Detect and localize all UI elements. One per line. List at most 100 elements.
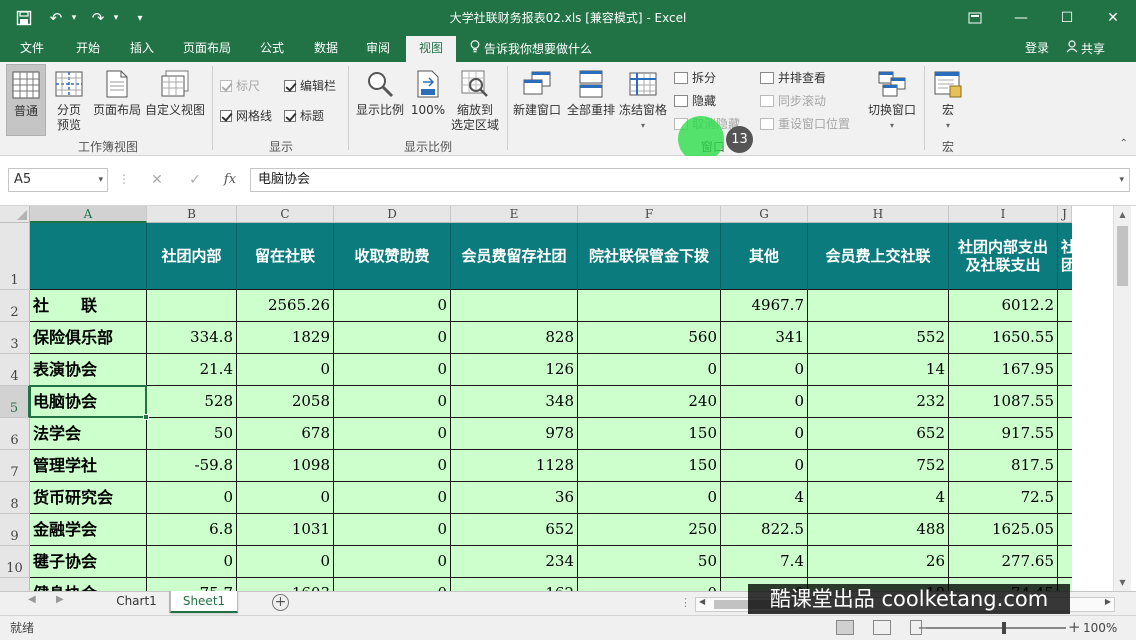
zoom-slider[interactable] xyxy=(926,627,1066,629)
custom-views-button[interactable]: 自定义视图 xyxy=(144,68,206,118)
undo-icon[interactable]: ↶ xyxy=(42,4,70,32)
normal-view-status-icon[interactable] xyxy=(836,620,854,635)
cell-a5[interactable]: 电脑协会 xyxy=(30,386,147,418)
new-window-button[interactable]: 新建窗口 xyxy=(510,68,564,118)
column-header-h[interactable]: H xyxy=(808,206,949,223)
close-icon[interactable]: ✕ xyxy=(1090,0,1136,36)
header-cell-d[interactable]: 收取赞助费 xyxy=(334,223,451,290)
cell-g10[interactable]: 7.4 xyxy=(721,546,808,578)
cell-b4[interactable]: 21.4 xyxy=(147,354,237,386)
row-header-5[interactable]: 5 xyxy=(0,386,30,418)
worksheet-grid[interactable]: A B C D E F G H I J 1 社团内部 留在社联 收取赞助费 会员费留存社团 院社联保管金下拨其… xyxy=(0,206,1136,591)
ruler-checkbox[interactable]: 标尺 xyxy=(220,77,260,94)
arrange-all-button[interactable]: 全部重排 xyxy=(564,68,618,118)
column-header-e[interactable]: E xyxy=(451,206,578,223)
cell-c8[interactable]: 0 xyxy=(237,482,334,514)
zoom-100-button[interactable]: 100% xyxy=(408,68,448,118)
cell-d7[interactable]: 0 xyxy=(334,450,451,482)
cell-a7[interactable]: 管理学社 xyxy=(30,450,147,482)
cell-e10[interactable]: 234 xyxy=(451,546,578,578)
cell-c11[interactable]: -1603 xyxy=(237,578,334,591)
cell-i3[interactable]: 1650.55 xyxy=(949,322,1058,354)
hide-button[interactable]: 隐藏 xyxy=(674,92,716,109)
cell-c2[interactable]: 2565.26 xyxy=(237,290,334,322)
tab-home[interactable]: 开始 xyxy=(66,36,110,62)
redo-icon[interactable]: ↷ xyxy=(84,4,112,32)
name-box-dropdown-icon[interactable]: ▾ xyxy=(98,169,103,191)
cell-i9[interactable]: 1625.05 xyxy=(949,514,1058,546)
page-layout-view-button[interactable]: 页面布局 xyxy=(90,68,144,118)
cell-d2[interactable]: 0 xyxy=(334,290,451,322)
cell-b5[interactable]: 528 xyxy=(147,386,237,418)
cell-i7[interactable]: 817.5 xyxy=(949,450,1058,482)
column-header-f[interactable]: F xyxy=(578,206,721,223)
cell-h9[interactable]: 488 xyxy=(808,514,949,546)
cell-g5[interactable]: 0 xyxy=(721,386,808,418)
cell-h10[interactable]: 26 xyxy=(808,546,949,578)
column-header-b[interactable]: B xyxy=(147,206,237,223)
cell-i10[interactable]: 277.65 xyxy=(949,546,1058,578)
cell-b8[interactable]: 0 xyxy=(147,482,237,514)
cell-d4[interactable]: 0 xyxy=(334,354,451,386)
switch-windows-button[interactable]: 切换窗口 ▾ xyxy=(864,68,920,133)
cell-f9[interactable]: 250 xyxy=(578,514,721,546)
share-button[interactable]: 共享 xyxy=(1066,36,1105,62)
customize-qat-icon[interactable]: ▾ xyxy=(126,4,154,32)
cell-j8[interactable] xyxy=(1058,482,1072,514)
split-button[interactable]: 拆分 xyxy=(674,69,716,86)
column-header-g[interactable]: G xyxy=(721,206,808,223)
cell-a4[interactable]: 表演协会 xyxy=(30,354,147,386)
page-layout-status-icon[interactable] xyxy=(873,620,891,635)
header-cell-c[interactable]: 留在社联 xyxy=(237,223,334,290)
enter-icon[interactable]: ✓ xyxy=(184,168,206,192)
tab-page-layout[interactable]: 页面布局 xyxy=(176,36,238,62)
cell-g8[interactable]: 4 xyxy=(721,482,808,514)
cell-i4[interactable]: 167.95 xyxy=(949,354,1058,386)
cell-a2[interactable]: 社 联 xyxy=(30,290,147,322)
tab-data[interactable]: 数据 xyxy=(304,36,348,62)
prev-sheet-icon[interactable]: ◀ xyxy=(28,594,36,605)
cell-g3[interactable]: 341 xyxy=(721,322,808,354)
cell-i5[interactable]: 1087.55 xyxy=(949,386,1058,418)
cell-d3[interactable]: 0 xyxy=(334,322,451,354)
vertical-scrollbar[interactable]: ▲ ▼ xyxy=(1113,206,1131,591)
zoom-slider-knob[interactable] xyxy=(1002,622,1006,634)
redo-dropdown-icon[interactable]: ▾ xyxy=(110,4,122,32)
collapse-ribbon-icon[interactable]: ⌃ xyxy=(1120,138,1128,149)
scroll-down-icon[interactable]: ▼ xyxy=(1114,574,1131,591)
cell-h4[interactable]: 14 xyxy=(808,354,949,386)
column-header-a[interactable]: A xyxy=(30,206,147,223)
maximize-icon[interactable]: ☐ xyxy=(1044,0,1090,36)
cell-j5[interactable] xyxy=(1058,386,1072,418)
header-cell-i[interactable]: 社团内部支出 及社联支出 xyxy=(949,223,1058,290)
cell-f11[interactable]: 0 xyxy=(578,578,721,591)
cell-b7[interactable]: -59.8 xyxy=(147,450,237,482)
cell-f2[interactable] xyxy=(578,290,721,322)
cell-h7[interactable]: 752 xyxy=(808,450,949,482)
cell-f7[interactable]: 150 xyxy=(578,450,721,482)
cell-f5[interactable]: 240 xyxy=(578,386,721,418)
header-cell-b[interactable]: 社团内部 xyxy=(147,223,237,290)
minimize-icon[interactable]: — xyxy=(998,0,1044,36)
new-sheet-icon[interactable]: + xyxy=(272,594,289,611)
row-header-11[interactable]: 11 xyxy=(0,578,30,591)
cell-f3[interactable]: 560 xyxy=(578,322,721,354)
cell-i8[interactable]: 72.5 xyxy=(949,482,1058,514)
cell-g7[interactable]: 0 xyxy=(721,450,808,482)
row-header-7[interactable]: 7 xyxy=(0,450,30,482)
cell-c6[interactable]: 678 xyxy=(237,418,334,450)
cell-j7[interactable] xyxy=(1058,450,1072,482)
expand-formula-bar-icon[interactable]: ▾ xyxy=(1119,169,1124,191)
freeze-panes-button[interactable]: 冻结窗格 ▾ xyxy=(616,68,670,133)
cell-e9[interactable]: 652 xyxy=(451,514,578,546)
column-header-i[interactable]: I xyxy=(949,206,1058,223)
tab-file[interactable]: 文件 xyxy=(10,36,54,62)
name-box[interactable]: A5 ▾ xyxy=(8,168,108,192)
zoom-in-icon[interactable]: + xyxy=(1068,618,1081,636)
row-header-10[interactable]: 10 xyxy=(0,546,30,578)
next-sheet-icon[interactable]: ▶ xyxy=(56,594,64,605)
row-header-6[interactable]: 6 xyxy=(0,418,30,450)
cell-b3[interactable]: 334.8 xyxy=(147,322,237,354)
header-cell-a[interactable] xyxy=(30,223,147,290)
cell-h8[interactable]: 4 xyxy=(808,482,949,514)
